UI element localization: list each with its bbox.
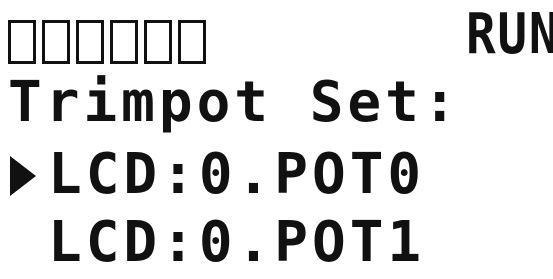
status-line: RUN [0, 4, 553, 66]
indicator-box-3 [76, 20, 104, 64]
indicator-box-4 [110, 20, 138, 64]
screen-title: Trimpot Set: [8, 70, 461, 135]
menu-item-pot0[interactable]: LCD:0.POT0 [0, 144, 553, 206]
indicator-box-6 [178, 20, 206, 64]
menu-item-label: LCD:0.POT0 [48, 142, 426, 207]
selection-arrow-icon [10, 156, 36, 196]
status-indicators [8, 20, 206, 64]
indicator-box-1 [8, 20, 36, 64]
indicator-box-5 [144, 20, 172, 64]
lcd-display: RUN Trimpot Set: LCD:0.POT0 LCD:0.POT1 [0, 0, 553, 279]
menu-item-pot1[interactable]: LCD:0.POT1 [0, 212, 553, 274]
indicator-box-2 [42, 20, 70, 64]
screen-title-row: Trimpot Set: [0, 72, 553, 134]
menu-item-label: LCD:0.POT1 [48, 210, 426, 275]
run-mode-indicator: RUN [466, 2, 553, 67]
